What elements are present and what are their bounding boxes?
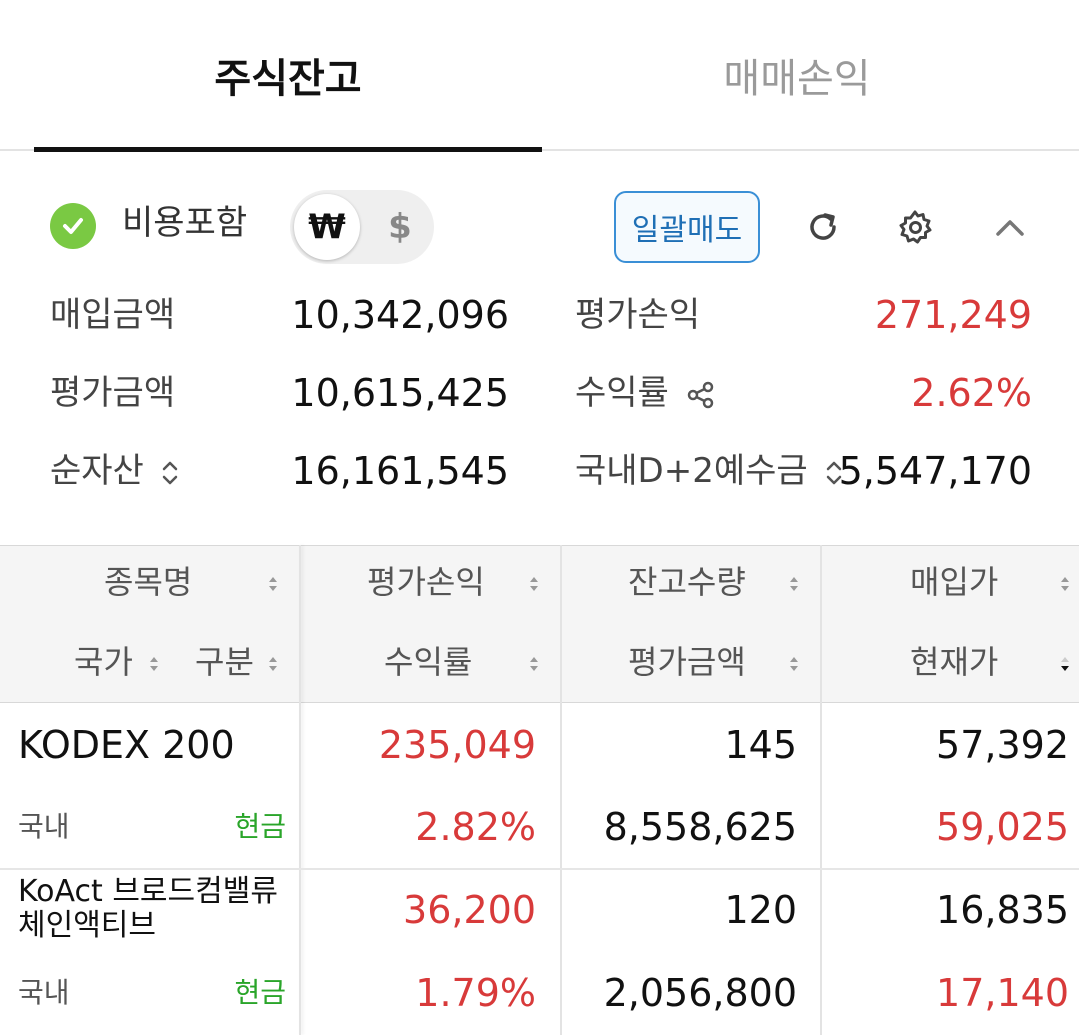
stock-eval-pl: 235,049 bbox=[378, 723, 536, 767]
chevron-up-icon[interactable] bbox=[985, 202, 1035, 252]
sort-icon[interactable] bbox=[267, 654, 279, 674]
updown-icon[interactable] bbox=[161, 458, 179, 488]
column-divider bbox=[299, 545, 301, 1035]
header-eval-pl[interactable]: 평가손익 bbox=[367, 557, 485, 607]
header-qty[interactable]: 잔고수량 bbox=[628, 557, 746, 607]
sort-icon[interactable] bbox=[528, 574, 540, 594]
stock-qty: 120 bbox=[724, 888, 797, 932]
eval-pl-value: 271,249 bbox=[874, 293, 1032, 337]
refresh-icon[interactable] bbox=[798, 202, 848, 252]
stock-buy-price: 57,392 bbox=[936, 723, 1069, 767]
sort-icon[interactable] bbox=[788, 654, 800, 674]
return-rate-text: 수익률 bbox=[575, 373, 669, 413]
stock-buy-price: 16,835 bbox=[936, 888, 1069, 932]
fee-include-label[interactable]: 비용포함 bbox=[122, 198, 247, 248]
row-divider bbox=[0, 868, 1079, 870]
return-rate-label: 수익률 bbox=[575, 368, 716, 418]
header-return[interactable]: 수익률 bbox=[384, 637, 472, 687]
stock-eval-amount: 8,558,625 bbox=[603, 805, 797, 849]
sort-icon[interactable] bbox=[528, 654, 540, 674]
sort-desc-icon[interactable] bbox=[1059, 654, 1071, 674]
stock-eval-amount: 2,056,800 bbox=[603, 971, 797, 1015]
tab-indicator bbox=[34, 147, 542, 152]
usd-option[interactable]: $ bbox=[370, 194, 430, 260]
purchase-amount-label: 매입금액 bbox=[50, 295, 176, 335]
header-country[interactable]: 국가 bbox=[74, 637, 133, 687]
purchase-amount-value: 10,342,096 bbox=[291, 293, 509, 337]
column-divider bbox=[820, 545, 822, 1035]
stock-country: 국내 bbox=[18, 810, 70, 843]
net-asset-text: 순자산 bbox=[50, 451, 144, 491]
stock-type: 현금 bbox=[234, 976, 286, 1009]
net-asset-label[interactable]: 순자산 bbox=[50, 446, 179, 496]
eval-pl-label: 평가손익 bbox=[575, 295, 701, 335]
stock-name[interactable]: KODEX 200 bbox=[18, 720, 235, 770]
sort-icon[interactable] bbox=[148, 654, 160, 674]
sort-icon[interactable] bbox=[788, 574, 800, 594]
deposit-value: 5,547,170 bbox=[838, 449, 1032, 493]
tab-stock-balance[interactable]: 주식잔고 bbox=[34, 0, 542, 150]
currency-toggle[interactable]: ₩ $ bbox=[290, 190, 434, 264]
header-buy-price[interactable]: 매입가 bbox=[910, 557, 998, 607]
stock-name[interactable]: KoAct 브로드컴밸류 체인액티브 bbox=[18, 875, 298, 943]
krw-option[interactable]: ₩ bbox=[294, 194, 360, 260]
tab-trade-profit[interactable]: 매매손익 bbox=[542, 0, 1052, 150]
deposit-label[interactable]: 국내D+2예수금 bbox=[575, 446, 843, 496]
deposit-text: 국내D+2예수금 bbox=[575, 451, 808, 491]
stock-qty: 145 bbox=[724, 723, 797, 767]
return-rate-value: 2.62% bbox=[911, 371, 1032, 415]
sort-icon[interactable] bbox=[1059, 574, 1071, 594]
stock-type: 현금 bbox=[234, 810, 286, 843]
share-icon[interactable] bbox=[686, 380, 716, 410]
stock-country: 국내 bbox=[18, 976, 70, 1009]
stock-current-price: 17,140 bbox=[936, 971, 1069, 1015]
stock-return: 1.79% bbox=[415, 971, 536, 1015]
stock-name-line2: 체인액티브 bbox=[18, 908, 156, 943]
sell-all-button[interactable]: 일괄매도 bbox=[614, 191, 760, 263]
column-divider bbox=[560, 545, 562, 1035]
check-icon[interactable] bbox=[50, 203, 96, 249]
stock-eval-pl: 36,200 bbox=[403, 888, 536, 932]
net-asset-value: 16,161,545 bbox=[291, 449, 509, 493]
stock-name-line1: KoAct 브로드컴밸류 bbox=[18, 874, 278, 909]
header-type[interactable]: 구분 bbox=[195, 637, 254, 687]
header-eval-amount[interactable]: 평가금액 bbox=[628, 637, 746, 687]
eval-amount-value: 10,615,425 bbox=[291, 371, 509, 415]
eval-amount-label: 평가금액 bbox=[50, 373, 176, 413]
header-current-price[interactable]: 현재가 bbox=[910, 637, 998, 687]
stock-return: 2.82% bbox=[415, 805, 536, 849]
stock-current-price: 59,025 bbox=[936, 805, 1069, 849]
sort-icon[interactable] bbox=[267, 574, 279, 594]
header-name[interactable]: 종목명 bbox=[104, 557, 192, 607]
gear-icon[interactable] bbox=[890, 202, 940, 252]
